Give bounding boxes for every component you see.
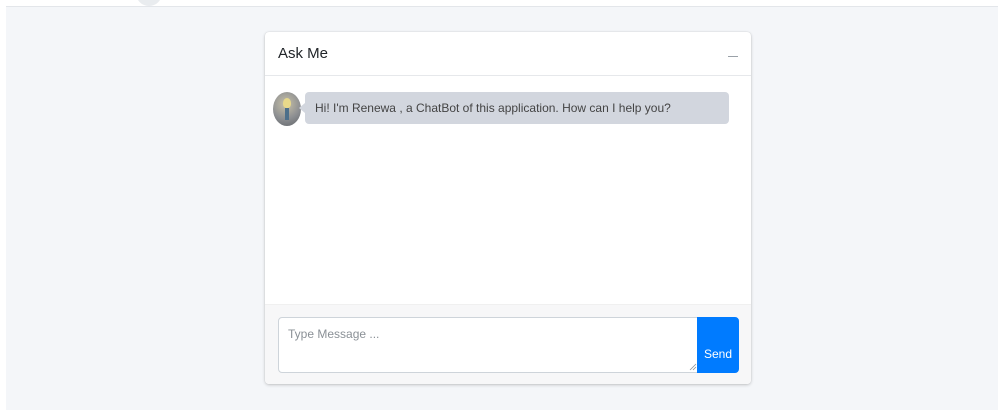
chat-card: Ask Me Hi! I'm Renewa , a ChatBot of thi… xyxy=(265,32,751,384)
chat-footer: Send xyxy=(265,304,751,384)
chat-header: Ask Me xyxy=(265,32,751,76)
user-avatar[interactable] xyxy=(136,0,162,6)
lightbulb-avatar-icon xyxy=(273,92,301,126)
chat-messages: Hi! I'm Renewa , a ChatBot of this appli… xyxy=(265,76,751,304)
page: Ask Me Hi! I'm Renewa , a ChatBot of thi… xyxy=(0,0,998,410)
sidebar-edge xyxy=(0,6,6,410)
collapse-button[interactable] xyxy=(727,46,741,62)
top-navbar xyxy=(0,0,998,7)
chat-title: Ask Me xyxy=(278,45,329,62)
bulb-shape xyxy=(283,98,291,108)
bot-message-bubble: Hi! I'm Renewa , a ChatBot of this appli… xyxy=(299,92,729,124)
resize-grip-icon[interactable] xyxy=(689,363,697,371)
message-input[interactable] xyxy=(278,317,698,373)
send-button[interactable]: Send xyxy=(697,317,739,373)
bulb-stem xyxy=(285,108,289,120)
minus-icon xyxy=(728,56,738,57)
